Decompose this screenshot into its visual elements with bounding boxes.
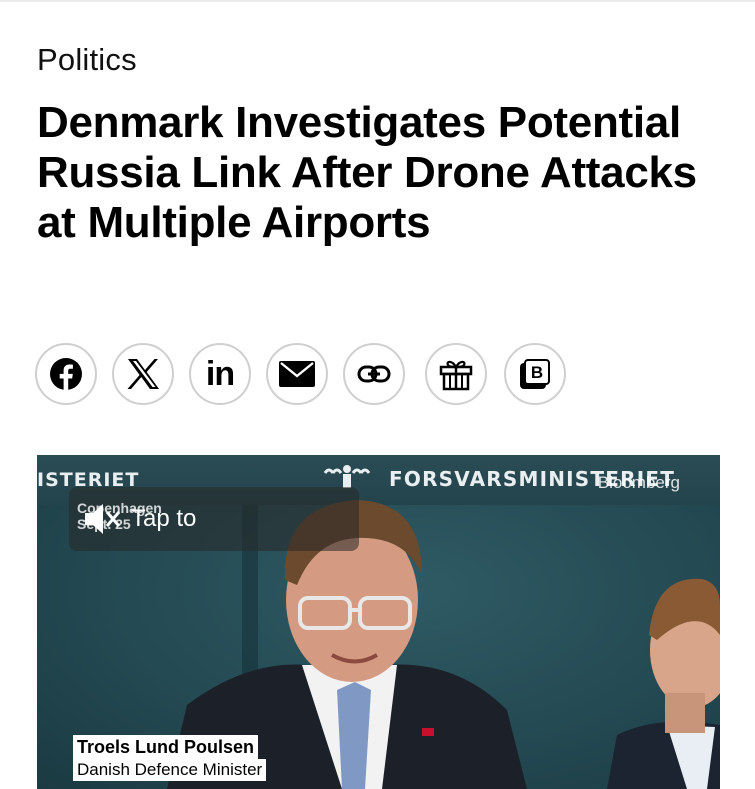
copy-link-button[interactable]: [343, 343, 405, 405]
dateline-location: Copenhagen: [77, 500, 162, 516]
video-dateline: Copenhagen Sept. 25: [77, 500, 162, 532]
facebook-share-button[interactable]: [35, 343, 97, 405]
bloomberg-share-button[interactable]: B: [504, 343, 566, 405]
top-divider: [0, 0, 755, 2]
background-person: [607, 578, 720, 789]
linkedin-icon: in: [205, 355, 235, 393]
gift-icon: [439, 360, 473, 391]
link-icon: [357, 365, 391, 383]
category-link[interactable]: Politics: [37, 42, 137, 78]
facebook-icon: [50, 358, 82, 391]
mail-icon: [279, 361, 315, 387]
email-share-button[interactable]: [266, 343, 328, 405]
bloomberg-b-icon: B: [518, 357, 552, 391]
x-icon: [127, 359, 159, 389]
lower-third-caption: Troels Lund Poulsen Danish Defence Minis…: [73, 735, 267, 781]
bloomberg-b-letter: B: [530, 362, 544, 382]
video-player[interactable]: ISTERIET FORSVARSMINISTERIET Bloomberg T…: [37, 455, 720, 789]
x-share-button[interactable]: [112, 343, 174, 405]
article-headline: Denmark Investigates Potential Russia Li…: [37, 98, 697, 247]
bloomberg-watermark: Bloomberg: [597, 473, 680, 492]
caption-title: Danish Defence Minister: [73, 759, 267, 781]
linkedin-share-button[interactable]: in: [189, 343, 251, 405]
caption-name: Troels Lund Poulsen: [73, 735, 259, 759]
gift-article-button[interactable]: [425, 343, 487, 405]
dateline-date: Sept. 25: [77, 516, 131, 532]
